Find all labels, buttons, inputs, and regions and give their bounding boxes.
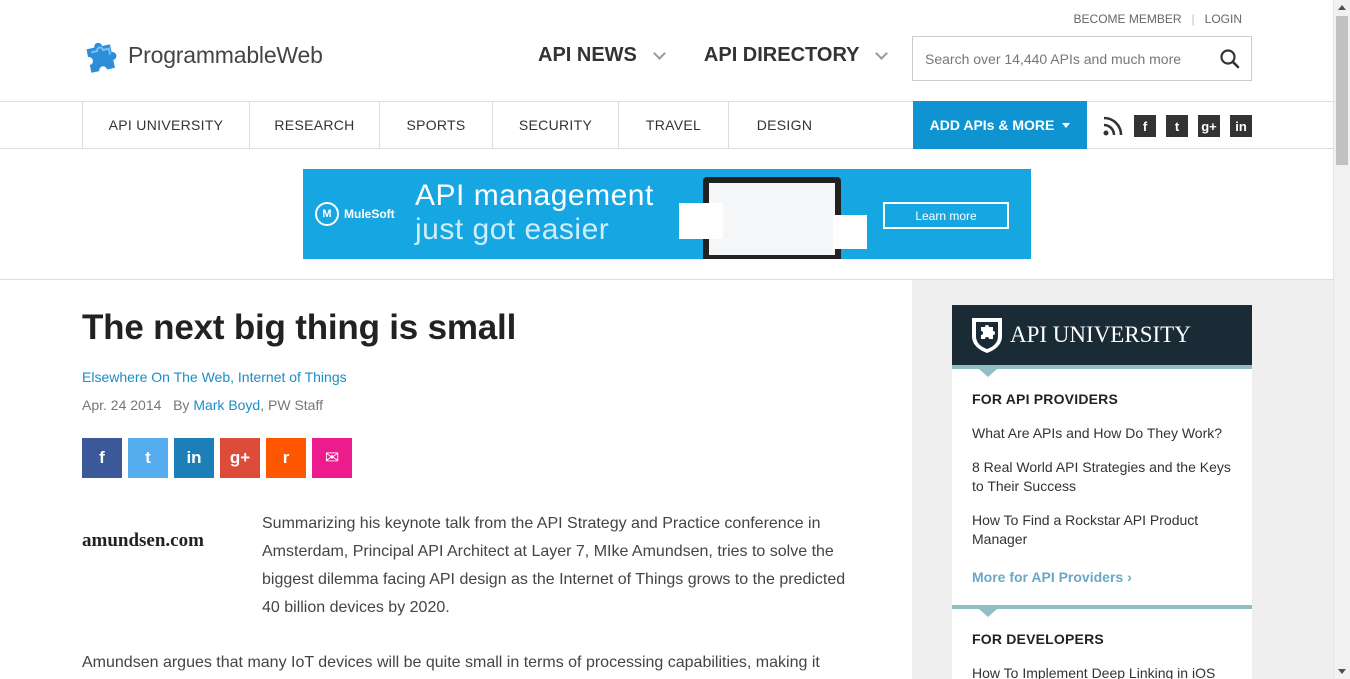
caret-down-icon [1062, 122, 1071, 128]
api-university-header[interactable]: API UNIVERSITY [952, 305, 1252, 365]
chart-card-illustration [833, 215, 867, 249]
article-intro-text: Summarizing his keynote talk from the AP… [262, 515, 846, 616]
category-bar: API UNIVERSITY RESEARCH SPORTS SECURITY … [0, 101, 1333, 149]
linkedin-icon[interactable]: in [1230, 115, 1252, 137]
twitter-icon[interactable]: t [1166, 115, 1188, 137]
main-nav: API NEWS API DIRECTORY [538, 44, 926, 67]
more-for-providers-link[interactable]: More for API Providers › [972, 569, 1232, 585]
developers-section: FOR DEVELOPERS How To Implement Deep Lin… [952, 609, 1252, 679]
puzzle-logo-icon [86, 42, 117, 73]
social-links: f t g+ in [1102, 115, 1252, 137]
article-thumbnail: amundsen.com [82, 530, 204, 551]
scrollbar-thumb[interactable] [1336, 16, 1348, 165]
api-university-widget: API UNIVERSITY FOR API PROVIDERS What Ar… [952, 305, 1252, 679]
author-suffix: , PW Staff [260, 397, 323, 413]
search-icon[interactable] [1219, 48, 1241, 70]
article-meta: Apr. 24 2014 By Mark Boyd, PW Staff [82, 397, 872, 413]
share-twitter-button[interactable]: t [128, 438, 168, 478]
providers-section: FOR API PROVIDERS What Are APIs and How … [952, 369, 1252, 585]
rss-icon[interactable] [1102, 115, 1124, 137]
share-linkedin-button[interactable]: in [174, 438, 214, 478]
category-travel[interactable]: TRAVEL [618, 101, 728, 149]
providers-link[interactable]: 8 Real World API Strategies and the Keys… [972, 458, 1232, 496]
banner-learn-more-button[interactable]: Learn more [883, 202, 1009, 229]
nav-api-directory-label: API DIRECTORY [703, 44, 860, 66]
chevron-down-icon [653, 46, 666, 60]
article-paragraph: Amundsen argues that many IoT devices wi… [82, 654, 820, 671]
share-buttons: f t in g+ r ✉ [82, 438, 872, 478]
search-input[interactable] [913, 50, 1203, 67]
add-apis-label: ADD APIs & MORE [929, 117, 1055, 133]
login-link[interactable]: LOGIN [1205, 12, 1242, 26]
category-link[interactable]: Internet of Things [238, 369, 347, 385]
category-api-university[interactable]: API UNIVERSITY [82, 101, 249, 149]
author-link[interactable]: Mark Boyd [193, 397, 260, 413]
mulesoft-m-icon: M [315, 202, 339, 226]
share-email-button[interactable]: ✉ [312, 438, 352, 478]
search-box [912, 36, 1252, 81]
nav-api-news[interactable]: API NEWS [538, 44, 666, 67]
nav-api-directory[interactable]: API DIRECTORY [703, 44, 889, 67]
share-google-plus-button[interactable]: g+ [220, 438, 260, 478]
developers-link[interactable]: How To Implement Deep Linking in iOS [972, 664, 1232, 679]
category-research[interactable]: RESEARCH [249, 101, 379, 149]
share-reddit-button[interactable]: r [266, 438, 306, 478]
developers-heading: FOR DEVELOPERS [972, 631, 1104, 647]
article-intro: amundsen.com Summarizing his keynote tal… [82, 510, 872, 622]
section-divider [952, 605, 1252, 617]
facebook-icon[interactable]: f [1134, 115, 1156, 137]
logo[interactable]: ProgrammableWeb [82, 34, 323, 76]
category-sports[interactable]: SPORTS [379, 101, 492, 149]
article-categories: Elsewhere On The Web, Internet of Things [82, 369, 872, 385]
banner-headline-2: just got easier [415, 213, 610, 246]
add-apis-button[interactable]: ADD APIs & MORE [913, 101, 1087, 149]
providers-heading: FOR API PROVIDERS [972, 391, 1119, 407]
link-separator: | [1191, 12, 1195, 26]
banner-ad[interactable]: M MuleSoft API management just got easie… [303, 169, 1031, 259]
site-header: ProgrammableWeb BECOME MEMBER | LOGIN AP… [0, 0, 1333, 102]
category-nav: API UNIVERSITY RESEARCH SPORTS SECURITY … [82, 101, 840, 149]
api-university-title: API UNIVERSITY [1010, 322, 1191, 347]
article: The next big thing is small Elsewhere On… [82, 280, 872, 677]
banner-brand: MuleSoft [344, 207, 395, 221]
chart-card-illustration [679, 203, 723, 239]
chevron-down-icon [875, 46, 889, 60]
account-links: BECOME MEMBER | LOGIN [1074, 12, 1242, 26]
providers-link[interactable]: How To Find a Rockstar API Product Manag… [972, 511, 1232, 549]
scroll-up-arrow-icon[interactable] [1338, 5, 1346, 10]
google-plus-icon[interactable]: g+ [1198, 115, 1220, 137]
category-design[interactable]: DESIGN [728, 101, 840, 149]
become-member-link[interactable]: BECOME MEMBER [1074, 12, 1182, 26]
category-security[interactable]: SECURITY [492, 101, 618, 149]
nav-api-news-label: API NEWS [538, 44, 637, 66]
logo-text: ProgrammableWeb [128, 41, 323, 68]
banner-headline-1: API management [415, 179, 654, 212]
share-facebook-button[interactable]: f [82, 438, 122, 478]
laptop-screen [709, 183, 835, 255]
banner-area: M MuleSoft API management just got easie… [0, 149, 1333, 280]
category-separator: , [230, 369, 238, 385]
article-date: Apr. 24 2014 [82, 397, 162, 413]
vertical-scrollbar[interactable] [1333, 0, 1350, 679]
section-divider [952, 365, 1252, 377]
mulesoft-logo: M MuleSoft [315, 202, 395, 226]
byline-prefix: By [173, 397, 190, 413]
providers-link[interactable]: What Are APIs and How Do They Work? [972, 424, 1232, 443]
shield-puzzle-icon [972, 318, 1002, 353]
scroll-down-arrow-icon[interactable] [1338, 669, 1346, 674]
category-link[interactable]: Elsewhere On The Web [82, 369, 230, 385]
article-title: The next big thing is small [82, 308, 517, 347]
